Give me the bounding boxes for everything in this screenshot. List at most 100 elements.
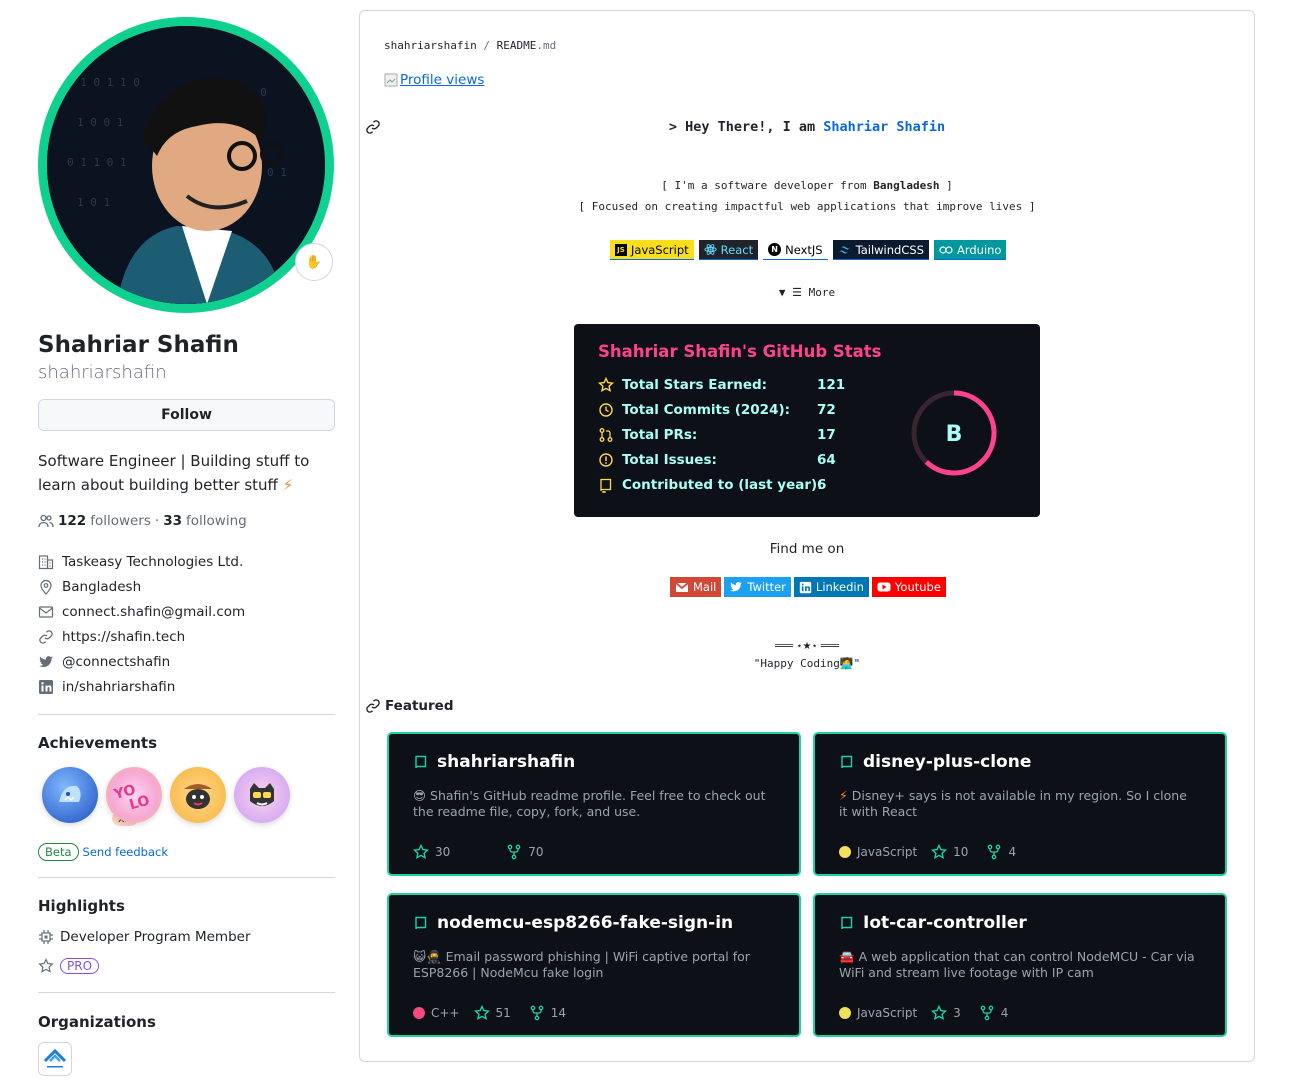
card-description: Email password phishing | WiFi captive p… <box>413 949 750 980</box>
fork-icon <box>530 1005 544 1021</box>
github-stats-card[interactable]: Shahriar Shafin's GitHub Stats Total Sta… <box>574 324 1040 517</box>
badge-react[interactable]: React <box>698 240 759 260</box>
badge-tailwindcss[interactable]: TailwindCSS <box>832 240 929 260</box>
achievement-quickdraw[interactable] <box>234 767 290 823</box>
social-twitter[interactable]: Twitter <box>724 577 791 597</box>
repo-icon <box>841 916 853 930</box>
social-mail[interactable]: Mail <box>670 577 722 597</box>
program-text: Developer Program Member <box>60 929 251 945</box>
twitter-link[interactable]: @connectshafin <box>62 654 170 670</box>
more-details[interactable]: ▼ ☰ More <box>360 286 1254 299</box>
card-description: Shafin's GitHub readme profile. Feel fre… <box>413 788 766 819</box>
javascript-icon: JS <box>615 243 627 256</box>
stats-label: Total Commits (2024): <box>622 402 791 418</box>
following-label[interactable]: following <box>186 513 247 529</box>
featured-card[interactable]: disney-plus-clone ⚡ Disney+ says is not … <box>813 732 1227 876</box>
card-emoji: 😺🥷 <box>413 949 442 964</box>
card-forks: 14 <box>550 1006 567 1020</box>
language-dot <box>839 1007 851 1019</box>
card-title: nodemcu-esp8266-fake-sign-in <box>437 913 734 933</box>
featured-heading: Featured <box>385 698 454 714</box>
avatar[interactable]: 0 1 0 1 1 01 0 0 10 1 1 0 1 1 0 11 00 1 … <box>38 17 334 313</box>
vcard-linkedin[interactable]: in/shahriarshafin <box>38 679 175 695</box>
repo-icon <box>415 755 427 769</box>
featured-heading-row: Featured <box>365 698 453 714</box>
issue-icon <box>599 453 613 467</box>
vcard-twitter[interactable]: @connectshafin <box>38 654 170 670</box>
featured-card[interactable]: nodemcu-esp8266-fake-sign-in 😺🥷 Email pa… <box>387 893 801 1037</box>
profile-views-badge[interactable]: Profile views <box>384 72 484 88</box>
star-icon <box>598 377 614 392</box>
readme-panel: shahriarshafin / README.md Profile views… <box>359 10 1255 1062</box>
readme-owner-link[interactable]: shahriarshafin <box>384 39 477 52</box>
language-dot <box>839 846 851 858</box>
stats-label: Total Stars Earned: <box>622 377 768 393</box>
stats-value: 64 <box>817 452 836 468</box>
following-count[interactable]: 33 <box>163 513 182 529</box>
pull-request-icon <box>599 428 613 442</box>
vcard-email[interactable]: connect.shafin@gmail.com <box>38 604 245 620</box>
cowboy-cat-icon <box>184 784 212 809</box>
svg-text:0 1 0 1 1 0: 0 1 0 1 1 0 <box>67 76 140 89</box>
gmail-icon <box>675 581 689 592</box>
fork-icon <box>507 844 521 860</box>
linkedin-link[interactable]: in/shahriarshafin <box>62 679 175 695</box>
badge-javascript[interactable]: JS JavaScript <box>610 240 694 260</box>
link-icon[interactable] <box>365 698 381 714</box>
youtube-icon <box>877 582 891 592</box>
line1-suffix: ] <box>946 179 953 192</box>
organization-avatar[interactable] <box>38 1042 72 1076</box>
status-emoji[interactable]: ✋ <box>295 243 333 281</box>
email-link[interactable]: connect.shafin@gmail.com <box>62 604 245 620</box>
featured-card[interactable]: Iot-car-controller 🚘 A web application t… <box>813 893 1227 1037</box>
follow-button[interactable]: Follow <box>38 399 335 431</box>
card-description: Disney+ says is not available in my regi… <box>839 788 1187 819</box>
send-feedback-link[interactable]: Send feedback <box>83 845 168 859</box>
featured-card[interactable]: shahriarshafin 😎 Shafin's GitHub readme … <box>387 732 801 876</box>
twitter-icon <box>39 656 53 668</box>
fork-icon <box>988 844 1001 860</box>
shark-icon <box>59 785 81 802</box>
grade-letter: B <box>946 422 963 447</box>
location-text: Bangladesh <box>62 579 142 595</box>
social-youtube[interactable]: Youtube <box>871 577 946 597</box>
followers-count[interactable]: 122 <box>58 513 86 529</box>
badge-arduino[interactable]: Arduino <box>933 240 1007 260</box>
stats-value: 17 <box>817 427 836 443</box>
website-link[interactable]: https://shafin.tech <box>62 629 185 645</box>
profile-views-alt[interactable]: Profile views <box>400 72 484 88</box>
avatar-image: 0 1 0 1 1 01 0 0 10 1 1 0 1 1 0 11 00 1 <box>47 26 325 304</box>
tech-badges: JS JavaScript React N NextJS TailwindCSS… <box>610 240 1007 260</box>
happy-coding: "Happy Coding🧑‍💻" <box>753 657 861 670</box>
badge-nextjs[interactable]: N NextJS <box>763 240 828 260</box>
card-emoji: 🚘 <box>839 949 855 964</box>
achievement-pull-shark[interactable] <box>170 767 226 823</box>
followers-label[interactable]: followers <box>90 513 151 529</box>
highlight-pro: PRO <box>38 958 100 974</box>
stats-value: 72 <box>817 402 836 418</box>
repo-icon <box>841 755 853 769</box>
follow-counts: 122 followers · 33 following <box>38 513 247 529</box>
card-stars: 10 <box>953 845 969 859</box>
hey-prefix: > Hey There!, I am <box>668 119 816 135</box>
stats-row-contributed: Contributed to (last year): <box>598 477 823 493</box>
readme-file-ext: .md <box>536 39 557 52</box>
vcard-website[interactable]: https://shafin.tech <box>38 629 185 645</box>
achievement-shark[interactable] <box>42 767 98 823</box>
history-icon <box>599 403 613 417</box>
linkedin-icon <box>39 680 53 694</box>
breadcrumb-separator: / <box>483 39 490 52</box>
stats-label: Contributed to (last year): <box>622 477 823 493</box>
card-title: Iot-car-controller <box>863 913 1027 933</box>
beta-badge: Beta <box>38 843 79 861</box>
achievement-yolo[interactable]: YO LO <box>106 767 162 823</box>
octocat-icon <box>250 783 274 806</box>
star-icon <box>413 844 429 859</box>
social-label: Youtube <box>894 580 941 594</box>
svg-text:1 0 1: 1 0 1 <box>77 196 110 209</box>
readme-file-link[interactable]: README <box>497 39 537 52</box>
vcard-location: Bangladesh <box>38 579 141 595</box>
social-linkedin[interactable]: Linkedin <box>793 577 869 597</box>
tailwind-icon <box>838 246 850 253</box>
card-emoji: 😎 <box>413 788 427 803</box>
